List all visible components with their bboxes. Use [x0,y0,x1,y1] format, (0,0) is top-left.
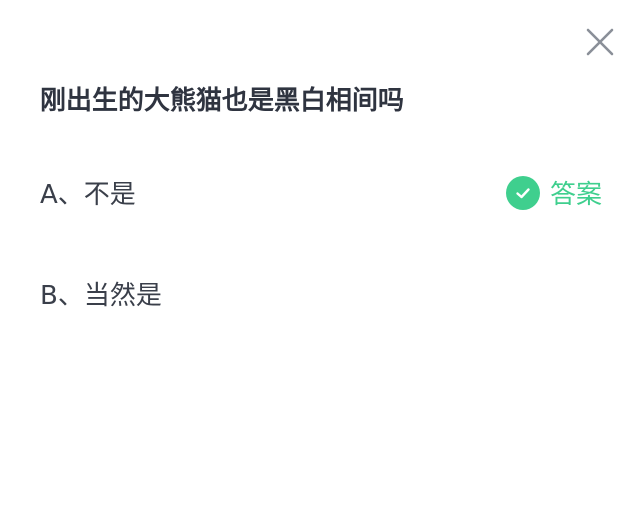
check-circle-icon [506,175,540,210]
question-title: 刚出生的大熊猫也是黑白相间吗 [40,86,405,116]
close-icon [586,28,614,56]
option-b[interactable]: B、当然是 [40,275,162,312]
close-button[interactable] [583,25,617,59]
answer-tag: 答案 [506,174,602,211]
option-a[interactable]: A、不是 [40,174,136,211]
answer-label: 答案 [550,180,603,210]
